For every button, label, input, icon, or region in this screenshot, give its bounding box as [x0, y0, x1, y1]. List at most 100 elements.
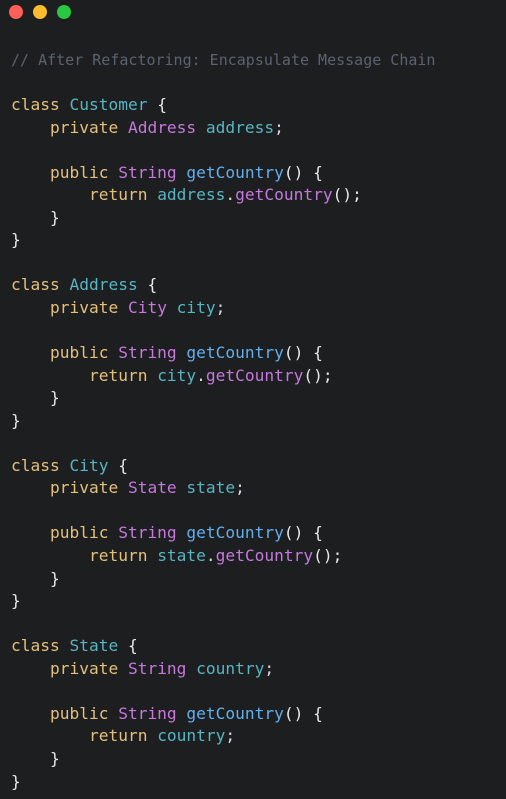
code-token-brace: { — [147, 95, 167, 115]
minimize-button[interactable] — [33, 5, 47, 19]
code-token-brace: } — [11, 771, 21, 791]
code-token-brace: (); — [313, 546, 343, 566]
code-token-punct: ; — [225, 726, 236, 746]
code-token-type: State — [127, 478, 177, 498]
code-token-keyword: private — [11, 478, 128, 498]
code-token-identifier: country — [157, 726, 226, 746]
code-token-brace: } — [11, 410, 21, 430]
code-token-identifier: City — [69, 455, 109, 475]
code-token-keyword: return — [11, 546, 158, 566]
code-token-brace: () { — [283, 343, 323, 363]
code-token-punct: ; — [215, 298, 226, 318]
code-line: private String country; — [11, 658, 435, 681]
code-token-type: getCountry — [215, 546, 314, 566]
code-token-type: String — [118, 523, 177, 543]
code-token-type: String — [118, 343, 177, 363]
code-line: return state.getCountry(); — [11, 545, 435, 568]
code-line: // After Refactoring: Encapsulate Messag… — [11, 49, 435, 72]
code-token-brace: } — [11, 230, 21, 250]
code-token-keyword: class — [11, 95, 70, 115]
code-line: } — [11, 771, 435, 794]
code-token-keyword: private — [11, 298, 128, 318]
code-token-brace: (); — [303, 365, 333, 385]
code-token-keyword: return — [11, 726, 158, 746]
code-token-identifier: city — [157, 365, 197, 385]
code-token-punct: . — [196, 365, 206, 385]
code-token-punct: ; — [235, 478, 245, 498]
code-token-brace: { — [108, 455, 128, 475]
code-token-punct: . — [225, 185, 236, 205]
code-token-keyword: return — [11, 185, 158, 205]
code-line: return city.getCountry(); — [11, 365, 435, 388]
code-line: class Address { — [11, 274, 435, 297]
code-token-brace: } — [11, 388, 60, 408]
code-line: public String getCountry() { — [11, 522, 435, 545]
code-block: // After Refactoring: Encapsulate Messag… — [11, 49, 435, 793]
code-token-brace: { — [137, 275, 158, 295]
code-line: private Address address; — [11, 117, 435, 140]
code-token-identifier: country — [186, 658, 265, 678]
code-token-keyword: public — [11, 162, 119, 182]
code-token-brace: () { — [283, 162, 323, 182]
code-line: } — [11, 590, 435, 613]
code-line: class Customer { — [11, 94, 435, 117]
code-line: private State state; — [11, 477, 435, 500]
code-token-type: String — [118, 703, 177, 723]
code-token-identifier: state — [176, 478, 236, 498]
code-token-identifier: Customer — [69, 95, 148, 115]
code-token-identifier: State — [69, 636, 119, 656]
code-line: } — [11, 387, 435, 410]
code-line: } — [11, 568, 435, 591]
code-token-identifier: Address — [69, 275, 138, 295]
code-token-brace: } — [11, 591, 21, 611]
code-line: } — [11, 748, 435, 771]
code-line: public String getCountry() { — [11, 342, 435, 365]
code-line: public String getCountry() { — [11, 703, 435, 726]
code-token-brace: } — [11, 748, 60, 768]
code-line: return country; — [11, 725, 435, 748]
code-token-identifier: address — [157, 185, 226, 205]
code-token-keyword: private — [11, 117, 128, 137]
code-token-keyword: class — [11, 275, 70, 295]
code-token-type: Address — [127, 117, 197, 137]
code-token-identifier: address — [196, 117, 275, 137]
code-token-keyword: public — [11, 523, 119, 543]
window-titlebar — [0, 0, 506, 26]
code-token-type: String — [127, 658, 187, 678]
code-line: } — [11, 229, 435, 252]
code-line: class State { — [11, 635, 435, 658]
code-token-brace: (); — [332, 185, 362, 205]
code-line: } — [11, 410, 435, 433]
code-token-identifier: state — [157, 546, 206, 566]
code-line: class City { — [11, 455, 435, 478]
close-button[interactable] — [9, 5, 23, 19]
code-token-keyword: return — [11, 365, 158, 385]
code-token-punct: ; — [274, 117, 284, 137]
code-token-punct: . — [205, 546, 216, 566]
code-line: } — [11, 207, 435, 230]
code-line: public String getCountry() { — [11, 162, 435, 185]
code-token-brace: () { — [283, 703, 323, 723]
code-token-type: String — [118, 162, 177, 182]
code-token-type: getCountry — [205, 365, 304, 385]
code-line: private City city; — [11, 297, 435, 320]
code-token-brace: } — [11, 207, 60, 227]
code-token-brace: } — [11, 568, 60, 588]
code-token-identifier: city — [166, 298, 216, 318]
code-token-type: getCountry — [235, 185, 333, 205]
code-token-method: getCountry — [176, 343, 284, 363]
code-token-keyword: class — [11, 636, 70, 656]
code-token-brace: () { — [283, 523, 323, 543]
maximize-button[interactable] — [57, 5, 71, 19]
code-token-comment: // After Refactoring: Encapsulate Messag… — [11, 51, 436, 69]
code-token-keyword: class — [11, 455, 70, 475]
code-line: return address.getCountry(); — [11, 184, 435, 207]
code-token-method: getCountry — [176, 703, 284, 723]
